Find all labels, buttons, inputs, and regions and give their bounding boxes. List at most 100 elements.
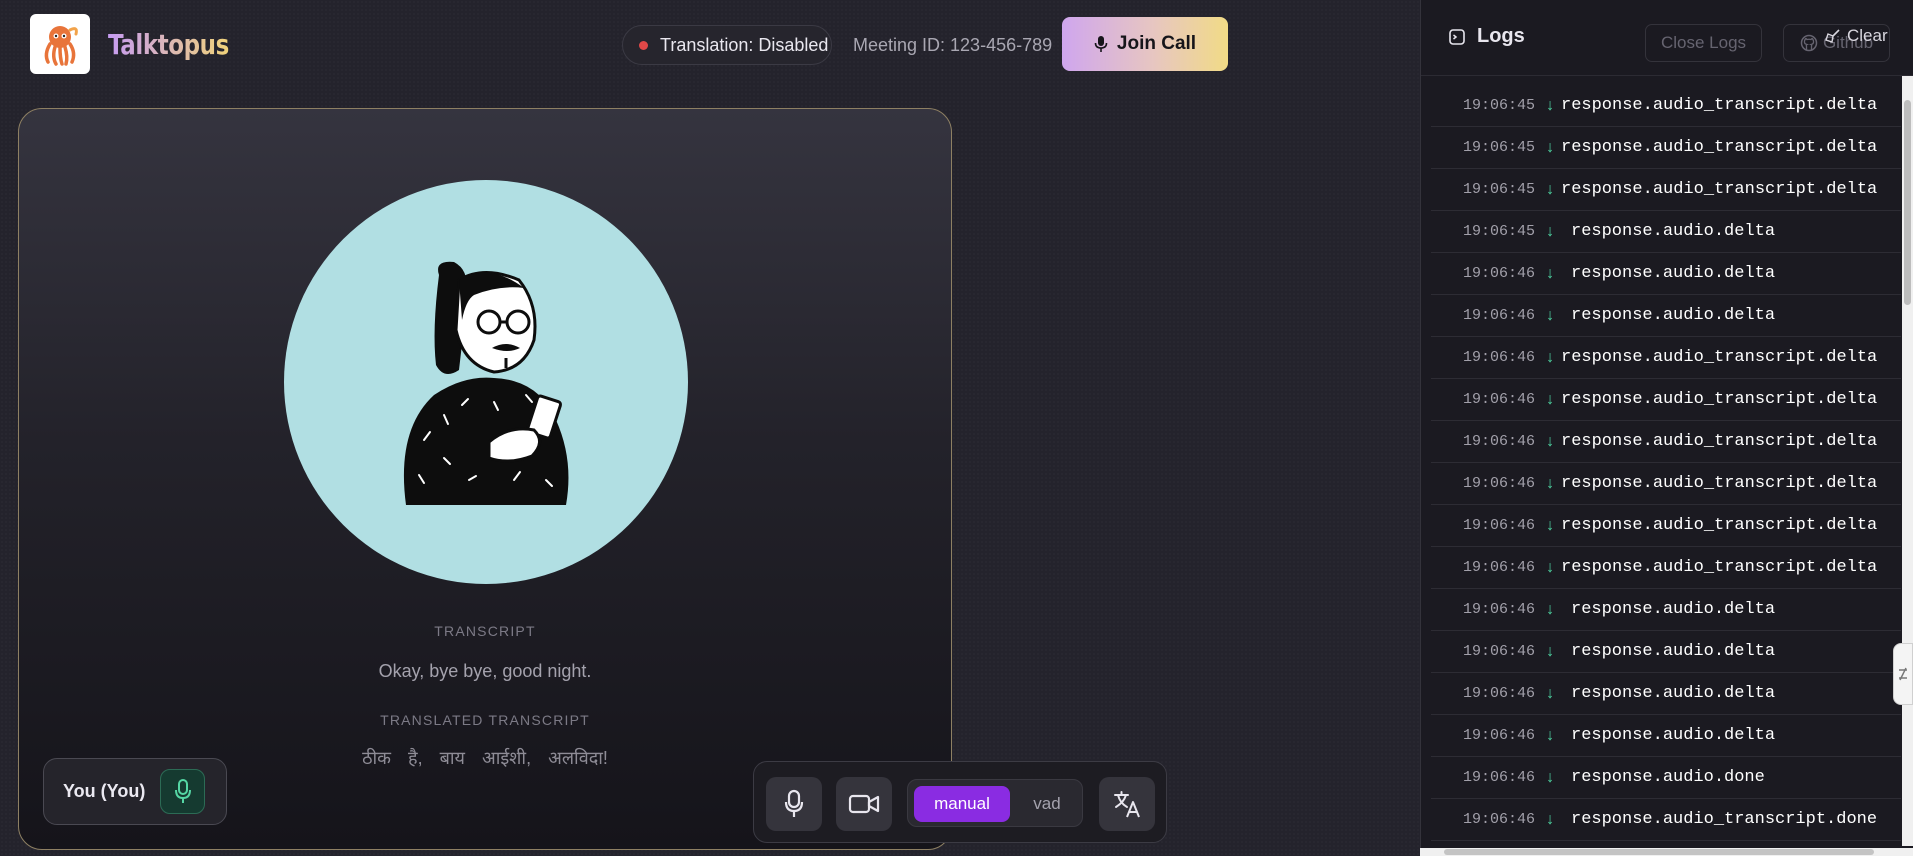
log-entry[interactable]: 19:06:46 ↓ response.audio_transcript.delta: [1431, 379, 1901, 421]
translation-status-label: Translation: Disabled: [660, 34, 829, 55]
join-call-button[interactable]: Join Call: [1062, 17, 1228, 71]
log-event-type: response.audio_transcript.delta: [1561, 558, 1878, 577]
logs-panel: Logs Close Logs Github Clear 19:06:45 ↓ re…: [1420, 0, 1913, 856]
arrow-down-icon: ↓: [1545, 516, 1555, 535]
log-entry[interactable]: 19:06:45 ↓ response.audio_transcript.delta: [1431, 169, 1901, 211]
arrow-down-icon: ↓: [1545, 684, 1555, 703]
log-event-type: response.audio_transcript.delta: [1561, 516, 1878, 535]
arrow-down-icon: ↓: [1545, 96, 1555, 115]
log-entry[interactable]: 19:06:46 ↓ response.audio.delta: [1431, 253, 1901, 295]
log-entry[interactable]: 19:06:45 ↓ response.audio.delta: [1431, 211, 1901, 253]
arrow-down-icon: ↓: [1545, 558, 1555, 577]
log-event-type: response.audio.delta: [1571, 642, 1776, 661]
logs-title: Logs: [1449, 25, 1525, 48]
log-event-type: response.audio_transcript.delta: [1561, 180, 1878, 199]
log-timestamp: 19:06:46: [1462, 349, 1535, 366]
log-entry[interactable]: 19:06:46 ↓ response.audio.delta: [1431, 631, 1901, 673]
scrollbar-thumb[interactable]: [1444, 849, 1874, 855]
log-event-type: response.audio.delta: [1571, 684, 1776, 703]
camera-toggle-button[interactable]: [836, 777, 892, 831]
log-event-type: response.audio_transcript.delta: [1561, 96, 1878, 115]
log-entry[interactable]: 19:06:46 ↓ response.audio.delta: [1431, 295, 1901, 337]
log-timestamp: 19:06:46: [1462, 559, 1535, 576]
log-timestamp: 19:06:45: [1462, 97, 1535, 114]
log-timestamp: 19:06:46: [1462, 769, 1535, 786]
mic-toggle-button[interactable]: [766, 777, 822, 831]
transcript-heading: TRANSCRIPT: [434, 623, 536, 639]
arrow-down-icon: ↓: [1545, 264, 1555, 283]
turn-detection-mode-toggle: manual vad: [907, 779, 1083, 827]
terminal-icon: [1449, 28, 1465, 45]
logs-title-label: Logs: [1477, 25, 1525, 47]
log-event-type: response.audio_transcript.delta: [1561, 348, 1878, 367]
log-entry[interactable]: 19:06:46 ↓ response.audio_transcript.delta: [1431, 337, 1901, 379]
log-event-type: response.audio_transcript.done: [1571, 810, 1878, 829]
log-entry[interactable]: 19:06:46 ↓ response.audio.delta: [1431, 673, 1901, 715]
log-timestamp: 19:06:46: [1462, 391, 1535, 408]
arrow-down-icon: ↓: [1545, 768, 1555, 787]
log-event-type: response.audio.done: [1571, 768, 1765, 787]
log-timestamp: 19:06:46: [1462, 433, 1535, 450]
arrow-down-icon: ↓: [1545, 810, 1555, 829]
arrow-down-icon: ↓: [1545, 432, 1555, 451]
log-entry[interactable]: 19:06:46 ↓ response.audio.done: [1431, 757, 1901, 799]
translation-status-badge[interactable]: Translation: Disabled: [622, 25, 832, 65]
meeting-id: Meeting ID: 123-456-789: [853, 35, 1053, 55]
broom-icon: [1825, 29, 1840, 43]
resize-handle-icon: [1899, 667, 1907, 681]
log-entry[interactable]: 19:06:46 ↓ response.audio_transcript.done: [1431, 799, 1901, 841]
github-icon: [1800, 34, 1818, 52]
transcript-text: Okay, bye bye, good night.: [378, 661, 592, 681]
call-controls-bar: manual vad: [753, 761, 1167, 843]
log-entry[interactable]: 19:06:46 ↓ response.audio_transcript.delta: [1431, 547, 1901, 589]
logs-header: Logs Close Logs Github Clear: [1421, 0, 1913, 76]
log-entry[interactable]: 19:06:46 ↓ response.audio_transcript.delta: [1431, 421, 1901, 463]
logs-horizontal-scrollbar[interactable]: [1420, 848, 1913, 856]
log-timestamp: 19:06:46: [1462, 475, 1535, 492]
log-event-type: response.audio.delta: [1571, 306, 1776, 325]
log-event-type: response.audio_transcript.delta: [1561, 432, 1878, 451]
mode-vad-option[interactable]: vad: [1020, 786, 1074, 822]
arrow-down-icon: ↓: [1545, 348, 1555, 367]
log-timestamp: 19:06:46: [1462, 307, 1535, 324]
log-event-type: response.audio_transcript.delta: [1561, 474, 1878, 493]
video-camera-icon: [848, 794, 880, 814]
avatar: [284, 180, 688, 584]
participant-label: You (You): [63, 781, 146, 801]
clear-logs-button[interactable]: Clear: [1825, 26, 1888, 46]
close-logs-label: Close Logs: [1660, 33, 1747, 52]
log-timestamp: 19:06:45: [1462, 223, 1535, 240]
app-logo: [30, 14, 90, 74]
log-event-type: response.audio.delta: [1571, 264, 1776, 283]
arrow-down-icon: ↓: [1545, 180, 1555, 199]
log-timestamp: 19:06:46: [1462, 685, 1535, 702]
side-drawer-handle[interactable]: [1893, 643, 1913, 705]
translated-transcript-heading: TRANSLATED TRANSCRIPT: [380, 712, 590, 728]
log-entry[interactable]: 19:06:46 ↓ response.audio_transcript.delta: [1431, 505, 1901, 547]
person-illustration: [403, 261, 569, 505]
log-timestamp: 19:06:46: [1462, 643, 1535, 660]
logs-vertical-scrollbar[interactable]: [1902, 76, 1913, 846]
participant-badge: You (You): [43, 758, 227, 825]
log-entry[interactable]: 19:06:46 ↓ response.audio.delta: [1431, 715, 1901, 757]
arrow-down-icon: ↓: [1545, 306, 1555, 325]
log-entry[interactable]: 19:06:45 ↓ response.audio_transcript.delta: [1431, 85, 1901, 127]
log-entry[interactable]: 19:06:45 ↓ response.audio_transcript.delta: [1431, 127, 1901, 169]
log-timestamp: 19:06:46: [1462, 601, 1535, 618]
logs-list[interactable]: 19:06:45 ↓ response.audio_transcript.delta…: [1431, 85, 1901, 850]
log-entry[interactable]: 19:06:46 ↓ response.audio.delta: [1431, 589, 1901, 631]
log-entry[interactable]: 19:06:46 ↓ response.audio_transcript.delta: [1431, 463, 1901, 505]
translate-toggle-button[interactable]: [1099, 777, 1155, 831]
participant-video-card: TRANSCRIPT Okay, bye bye, good night. TR…: [18, 108, 952, 850]
log-timestamp: 19:06:46: [1462, 517, 1535, 534]
arrow-down-icon: ↓: [1545, 600, 1555, 619]
arrow-down-icon: ↓: [1545, 726, 1555, 745]
log-event-type: response.audio.delta: [1571, 600, 1776, 619]
close-logs-button[interactable]: Close Logs: [1645, 24, 1762, 62]
arrow-down-icon: ↓: [1545, 390, 1555, 409]
clear-logs-label: Clear: [1847, 26, 1888, 45]
scrollbar-thumb[interactable]: [1904, 100, 1911, 305]
log-event-type: response.audio_transcript.delta: [1561, 390, 1878, 409]
participant-mic-status[interactable]: [160, 769, 205, 814]
mode-manual-option[interactable]: manual: [914, 786, 1010, 822]
